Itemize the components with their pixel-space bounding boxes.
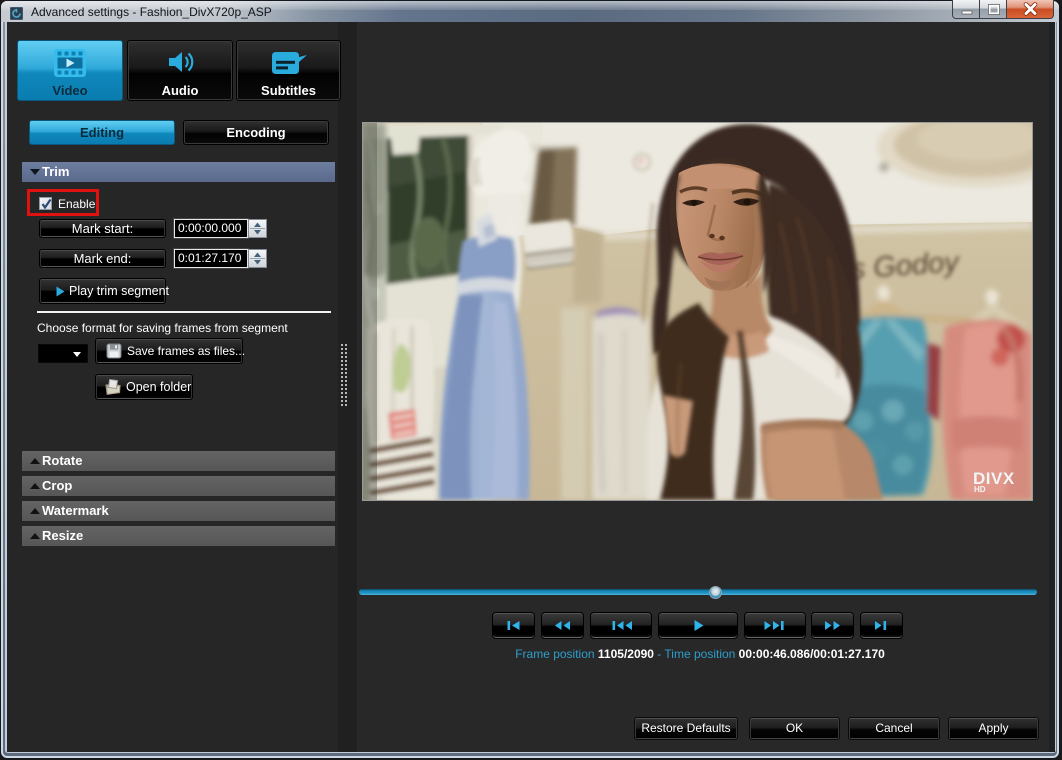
svg-text:HD: HD [974, 485, 986, 494]
